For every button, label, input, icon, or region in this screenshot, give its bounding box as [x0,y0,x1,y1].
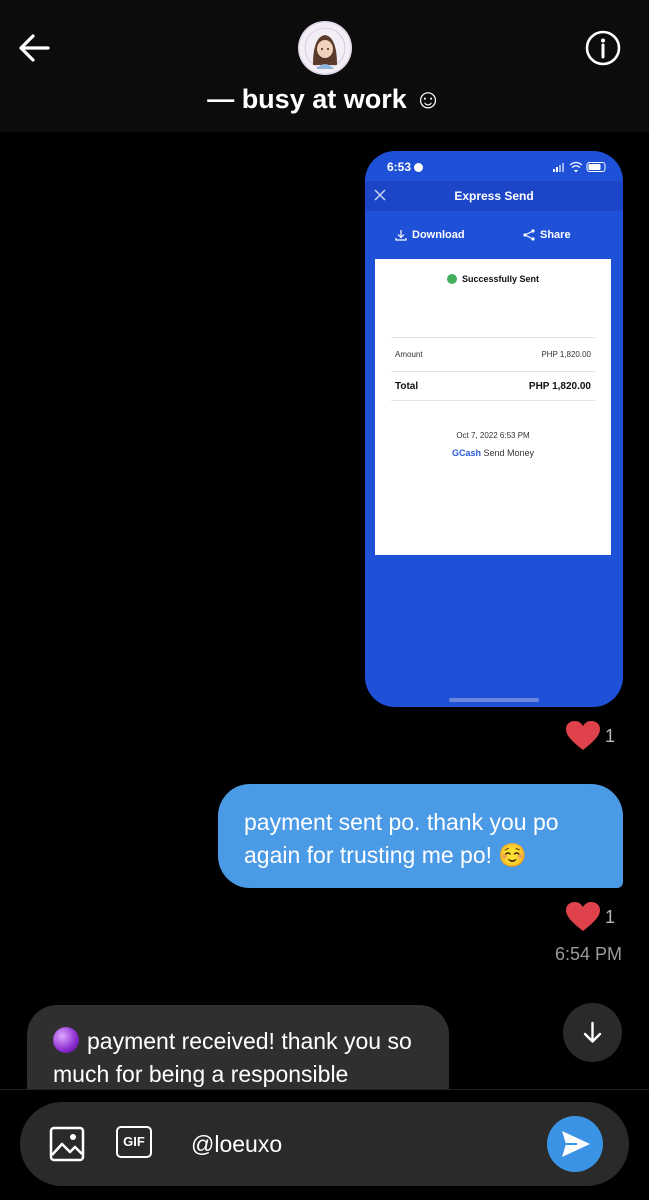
check-icon [446,274,457,284]
share-action: Share [523,229,571,241]
send-icon [562,1131,590,1157]
crystal-ball-icon [53,1027,79,1053]
outgoing-message[interactable]: payment sent po. thank you po again for … [218,784,623,888]
brand-suffix: Send Money [483,448,535,458]
back-button[interactable] [14,30,54,66]
reaction-heart[interactable]: 1 [565,901,615,933]
reaction-count: 1 [605,907,616,927]
receipt-actions: Download Share [365,229,623,251]
info-button[interactable] [584,29,622,67]
arrow-down-icon [583,1021,602,1043]
signal-wifi-battery-icon [553,161,606,173]
phone-time: 6:53 [387,160,412,174]
heart-icon [566,721,600,750]
download-label: Download [412,229,465,241]
scroll-to-bottom-button[interactable] [563,1003,622,1062]
avatar-illustration [298,21,352,75]
home-indicator [449,698,539,702]
info-circle-icon [585,30,621,66]
divider [391,400,595,401]
message-input[interactable] [191,1128,531,1160]
receipt-status: Successfully Sent [461,274,540,284]
share-icon [523,229,535,241]
location-icon [414,163,424,172]
receipt-card: Successfully Sent Amount PHP 1,820.00 To… [375,259,611,555]
download-icon [395,230,407,241]
nav-title: Express Send [454,189,534,203]
send-button[interactable] [547,1116,603,1172]
conversation-title[interactable]: — busy at work ☺ [0,84,649,115]
phone-nav-bar: Express Send [365,181,623,211]
message-timestamp: 6:54 PM [554,944,622,964]
add-image-button[interactable] [47,1124,87,1164]
avatar[interactable] [298,21,352,75]
message-composer: GIF [20,1102,629,1186]
image-message[interactable]: 6:53 Express Send Download Share Success… [365,151,623,707]
total-label: Total [395,381,419,392]
heart-icon [566,902,600,931]
gcash-logo: GCash [451,448,481,458]
amount-label: Amount [395,350,423,359]
amount-value: PHP 1,820.00 [541,350,591,359]
divider [391,371,595,372]
add-gif-button[interactable]: GIF [116,1126,156,1166]
total-value: PHP 1,820.00 [528,381,591,392]
download-action: Download [395,229,465,241]
divider [391,337,595,338]
phone-status-bar: 6:53 [365,151,623,181]
arrow-left-icon [19,34,50,62]
share-label: Share [540,229,571,241]
gif-icon: GIF [116,1126,152,1158]
receipt-torn-edge [375,547,611,554]
reaction-count: 1 [605,726,616,746]
image-icon [49,1126,85,1162]
receipt-brand: GCash Send Money [375,448,611,458]
reaction-heart[interactable]: 1 [565,720,615,752]
conversation-header: — busy at work ☺ [0,0,649,132]
receipt-date: Oct 7, 2022 6:53 PM [456,431,530,440]
incoming-message-text: payment received! thank you so much for … [53,1028,412,1087]
